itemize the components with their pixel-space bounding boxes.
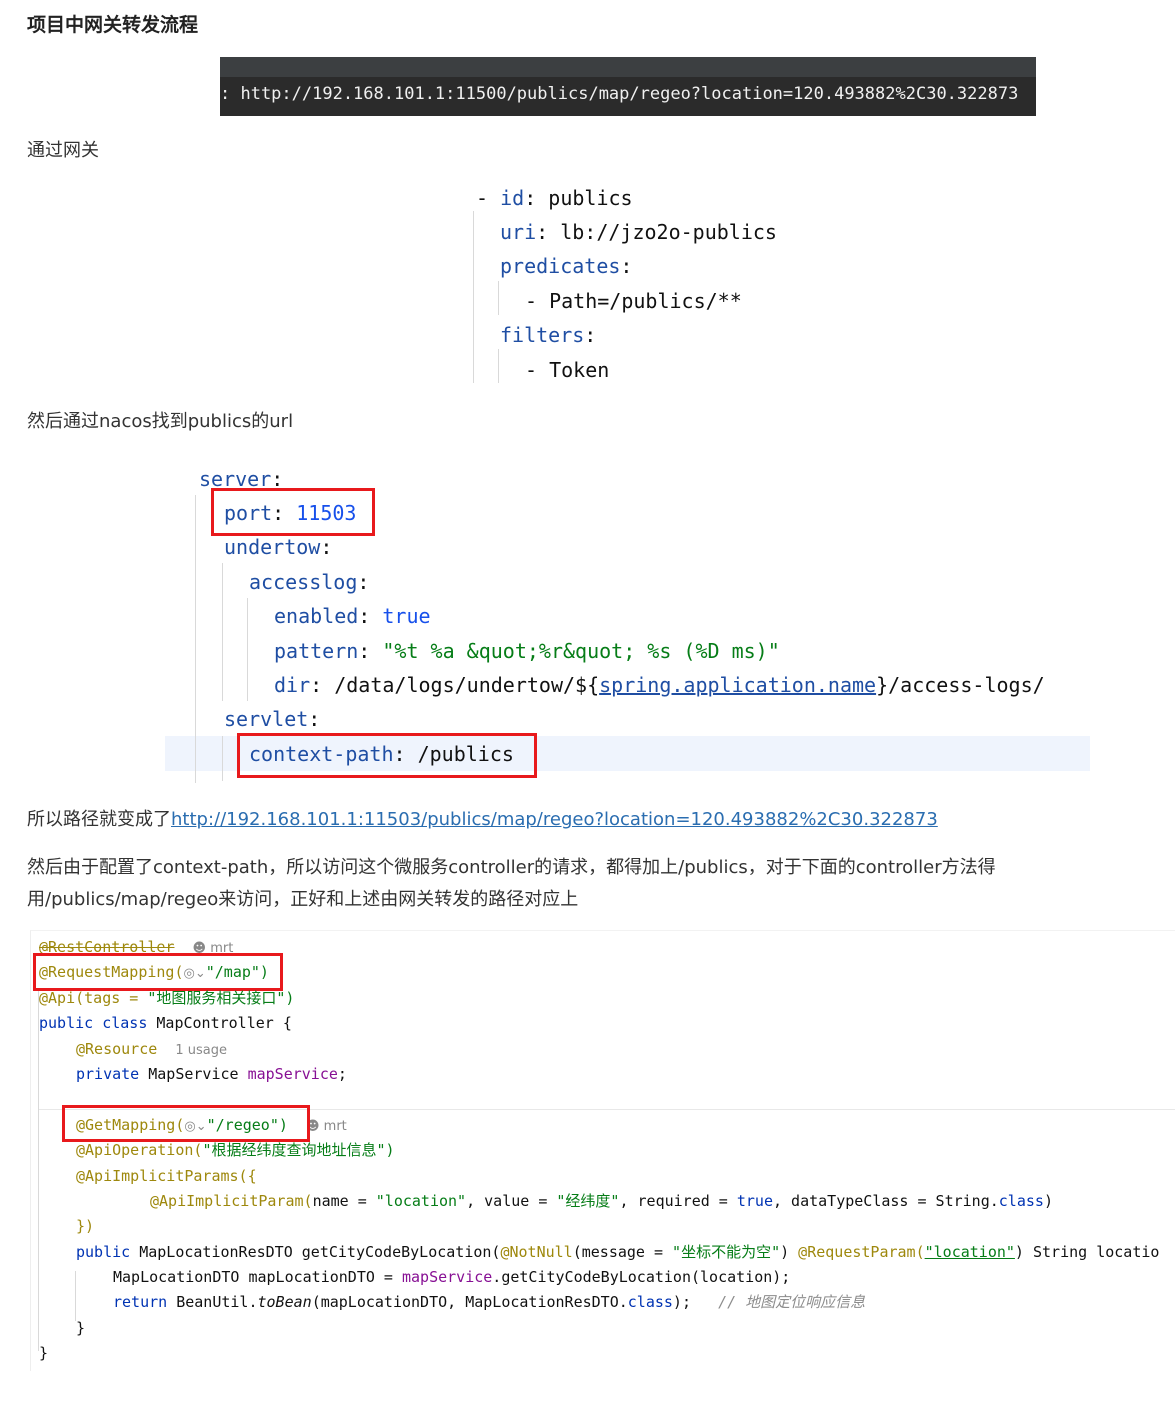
yaml-line-accesslog: accesslog: [249, 570, 370, 594]
code-line-api-operation: @ApiOperation("根据经纬度查询地址信息") [76, 1141, 395, 1159]
highlight-box-context-path [237, 733, 537, 778]
indent-guide [222, 736, 223, 781]
code-line-dto: MapLocationDTO mapLocationDTO = mapServi… [113, 1268, 791, 1286]
paragraph-gateway: 通过网关 [27, 140, 99, 161]
indent-guide [222, 563, 223, 701]
url-screenshot: : http://192.168.101.1:11500/publics/map… [220, 57, 1036, 116]
code-line-field: private MapService mapService; [76, 1065, 347, 1083]
code-line-implicit-param: @ApiImplicitParam(name = "location", val… [150, 1192, 1053, 1210]
paragraph-explain-line2: 用/publics/map/regeo来访问，正好和上述由网关转发的路径对应上 [27, 889, 579, 910]
indent-guide [498, 281, 499, 315]
yaml-line-servlet: servlet: [224, 707, 321, 731]
paragraph-result-path: 所以路径就变成了http://192.168.101.1:11503/publi… [27, 809, 938, 830]
yaml-line-filters: filters: [500, 323, 597, 347]
yaml-line-path: - Path=/publics/** [525, 289, 742, 313]
code-line-close-class: } [39, 1344, 49, 1362]
code-line-implicit-params: @ApiImplicitParams({ [76, 1167, 257, 1185]
page-title: 项目中网关转发流程 [27, 14, 199, 36]
indent-guide [498, 349, 499, 383]
result-url-link[interactable]: http://192.168.101.1:11503/publics/map/r… [171, 809, 938, 830]
server-yaml: server: port: 11503 undertow: accesslog:… [165, 455, 1090, 785]
code-line-resource: @Resource 1 usage [76, 1040, 227, 1058]
yaml-line-pattern: pattern: "%t %a &quot;%r&quot; %s (%D ms… [274, 639, 780, 663]
terminal-strip [220, 57, 1036, 77]
yaml-line-token: - Token [525, 358, 610, 382]
paragraph-explain-line1: 然后由于配置了context-path，所以访问这个微服务controller的… [27, 857, 996, 878]
code-line-method-sig: public MapLocationResDTO getCityCodeByLo… [76, 1243, 1160, 1261]
code-line-close-method: } [76, 1319, 86, 1337]
yaml-line-id: - id: publics [476, 186, 633, 210]
indent-guide [38, 991, 39, 1351]
code-line-api: @Api(tags = "地图服务相关接口") [39, 989, 295, 1007]
yaml-line-dir: dir: /data/logs/undertow/${spring.applic… [274, 673, 1045, 697]
yaml-line-undertow: undertow: [224, 535, 333, 559]
code-line-class-decl: public class MapController { [39, 1014, 292, 1032]
highlight-box-port [211, 488, 375, 536]
yaml-line-predicates: predicates: [500, 254, 633, 278]
java-code-block: @RestController ☻ mrt @RequestMapping(◎⌄… [30, 930, 1175, 1371]
gateway-yaml: - id: publics uri: lb://jzo2o-publics pr… [470, 181, 890, 386]
yaml-line-uri: uri: lb://jzo2o-publics [500, 220, 777, 244]
yaml-line-enabled: enabled: true [274, 604, 431, 628]
code-line-close-params: }) [76, 1217, 95, 1235]
author-hint: ☻ mrt [305, 1119, 347, 1134]
indent-guide [247, 598, 248, 701]
code-line-return: return BeanUtil.toBean(mapLocationDTO, M… [113, 1293, 866, 1311]
indent-guide [473, 211, 474, 383]
url-text: : http://192.168.101.1:11500/publics/map… [220, 84, 1019, 104]
paragraph-nacos: 然后通过nacos找到publics的url [27, 411, 294, 432]
highlight-box-get-mapping [62, 1105, 310, 1142]
indent-guide [195, 495, 196, 783]
indent-guide [75, 1271, 76, 1321]
